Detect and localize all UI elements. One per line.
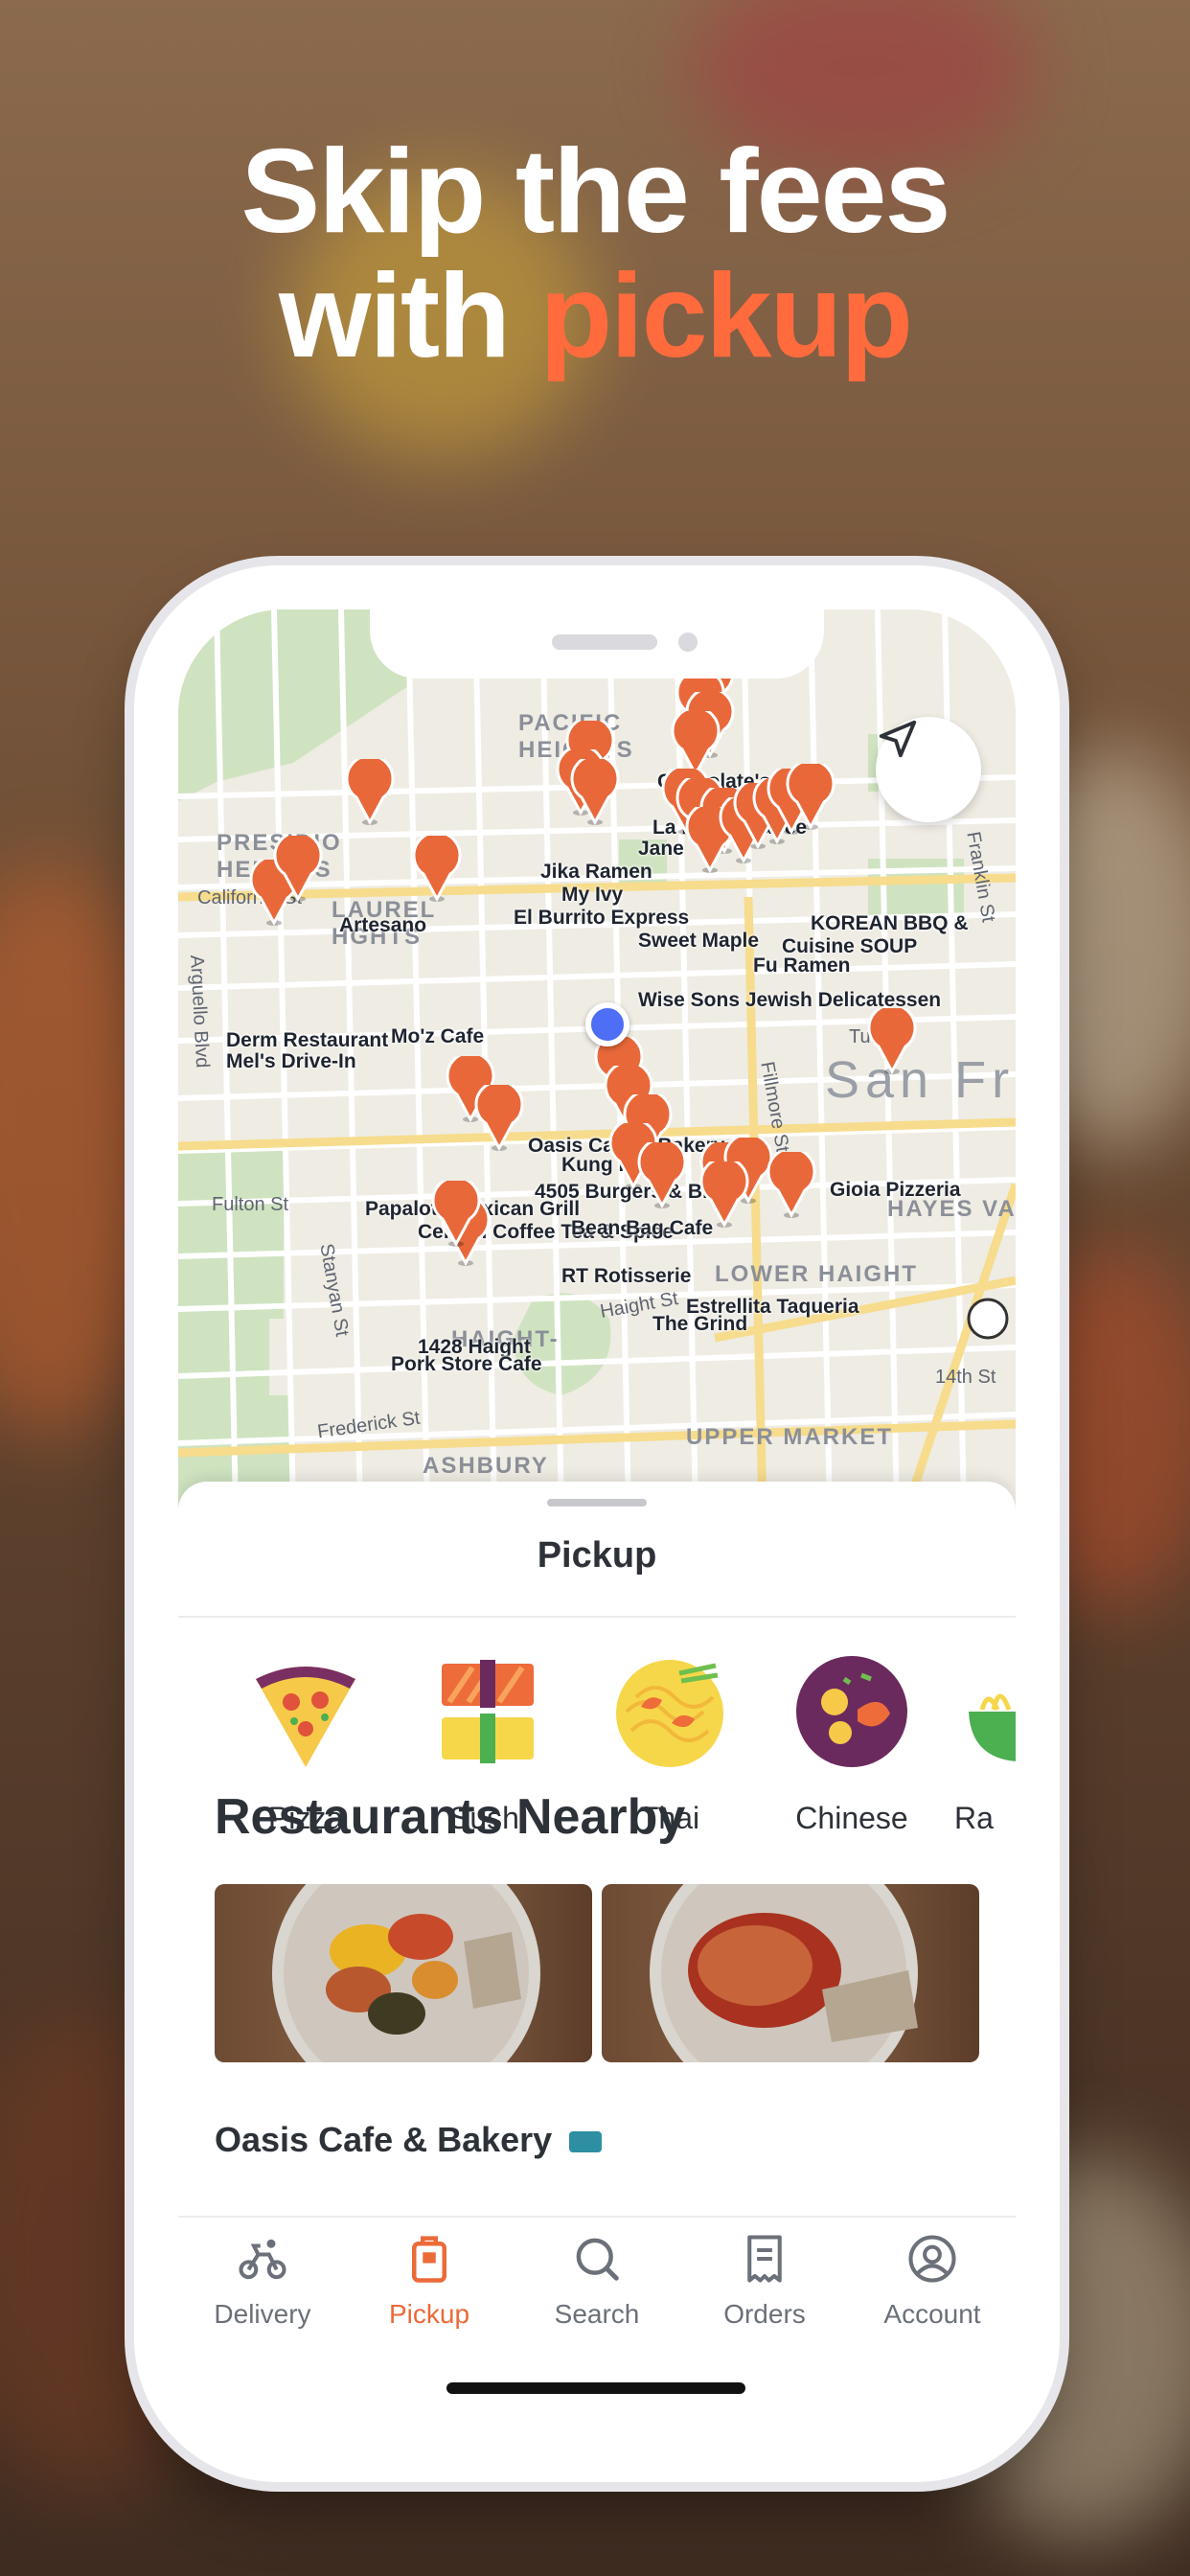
- stew-plate-image: [650, 1884, 918, 2062]
- district-upper-market: UPPER MARKET: [686, 1424, 894, 1450]
- map-label-mels: Mel's Drive-In: [226, 1050, 356, 1072]
- map-label-bean-bag: Bean Bag Cafe: [571, 1217, 714, 1239]
- district-ashbury: ASHBURY: [423, 1453, 549, 1479]
- thai-noodles-icon: [616, 1660, 723, 1767]
- category-label: Ra: [954, 1801, 994, 1835]
- phone-frame: PACIFICHEIGHTS PRESIDIOHEIGHTS LAURELHGH…: [134, 565, 1060, 2482]
- district-lower-haight: LOWER HAIGHT: [715, 1261, 918, 1287]
- map-label-gioia: Gioia Pizzeria: [830, 1179, 961, 1201]
- sheet-divider: [178, 1616, 1016, 1618]
- map-label-fu-ramen: Fu Ramen: [753, 954, 851, 977]
- tab-search[interactable]: Search: [515, 2233, 678, 2330]
- restaurant-photo[interactable]: [602, 1884, 979, 2062]
- headline-prefix: with: [279, 250, 540, 382]
- restaurant-pin-icon[interactable]: [474, 1085, 524, 1152]
- restaurant-pin-icon[interactable]: [570, 759, 620, 826]
- recenter-location-button[interactable]: [876, 717, 981, 822]
- tab-bar: Delivery Pickup Search Orders Account: [178, 2216, 1016, 2438]
- camera: [678, 632, 698, 652]
- headline: Skip the fees with pickup: [0, 129, 1190, 379]
- headline-accent: pickup: [539, 250, 913, 382]
- tab-orders[interactable]: Orders: [683, 2233, 846, 2330]
- street-fulton: Fulton St: [212, 1194, 289, 1215]
- restaurant-name[interactable]: Oasis Cafe & Bakery: [215, 2120, 603, 2160]
- map-label-el-burrito: El Burrito Express: [514, 907, 690, 929]
- map-label-rt-rotisserie: RT Rotisserie: [561, 1265, 692, 1287]
- map-label-korean-bbq: KOREAN BBQ &: [811, 912, 969, 934]
- restaurant-pin-icon[interactable]: [699, 1162, 749, 1229]
- home-indicator[interactable]: [446, 2382, 745, 2394]
- speaker: [552, 634, 657, 650]
- receipt-icon: [747, 2235, 782, 2283]
- category-label: Chinese: [795, 1801, 908, 1835]
- map-label-jika-ramen: Jika Ramen: [540, 861, 652, 883]
- restaurant-pin-icon[interactable]: [867, 1008, 917, 1075]
- tag-icon: [569, 2131, 603, 2153]
- section-title: Restaurants Nearby: [215, 1789, 686, 1845]
- tab-label: Orders: [723, 2299, 806, 2329]
- category-ramen[interactable]: Ra: [945, 1654, 1016, 1836]
- category-chinese[interactable]: Chinese: [785, 1654, 919, 1836]
- chinese-food-icon: [796, 1656, 907, 1767]
- sushi-icon: [442, 1660, 534, 1763]
- map-label-derm: Derm Restaurant: [226, 1029, 389, 1051]
- restaurant-pin-icon[interactable]: [345, 759, 395, 826]
- user-icon: [908, 2235, 956, 2283]
- pickup-map[interactable]: PACIFICHEIGHTS PRESIDIOHEIGHTS LAURELHGH…: [178, 610, 1016, 1510]
- map-label-pork-store: Pork Store Cafe: [391, 1353, 542, 1375]
- app-screen: PACIFICHEIGHTS PRESIDIOHEIGHTS LAURELHGH…: [178, 610, 1016, 2438]
- tab-account[interactable]: Account: [851, 2233, 1014, 2330]
- map-label-sweet-maple: Sweet Maple: [638, 930, 760, 952]
- headline-line2: with pickup: [0, 254, 1190, 379]
- restaurant-pin-icon[interactable]: [273, 836, 323, 903]
- map-label-moz: Mo'z Cafe: [391, 1025, 485, 1047]
- city-label: San Fr: [825, 1051, 1016, 1109]
- restaurant-pin-icon[interactable]: [637, 1142, 687, 1209]
- restaurant-pin-icon[interactable]: [786, 764, 835, 831]
- restaurant-photo[interactable]: [215, 1884, 592, 2062]
- tab-label: Delivery: [214, 2299, 311, 2329]
- restaurant-pin-icon[interactable]: [767, 1152, 816, 1219]
- restaurant-pin-icon[interactable]: [412, 836, 462, 903]
- tab-label: Pickup: [388, 2299, 470, 2329]
- ethiopian-platter-image: [272, 1884, 540, 2062]
- tab-delivery[interactable]: Delivery: [181, 2233, 344, 2330]
- search-icon: [576, 2238, 619, 2281]
- current-location-dot: [585, 1002, 629, 1046]
- map-label-the-grind: The Grind: [652, 1313, 748, 1335]
- bicycle-icon: [239, 2239, 286, 2280]
- navigation-arrow-icon: [879, 720, 917, 758]
- ramen-icon: [969, 1693, 1016, 1761]
- tab-label: Account: [883, 2299, 981, 2329]
- restaurant-pin-icon[interactable]: [431, 1181, 481, 1248]
- tab-pickup[interactable]: Pickup: [348, 2233, 511, 2330]
- map-label-my-ivy: My Ivy: [561, 884, 624, 906]
- pizza-icon: [256, 1667, 355, 1767]
- phone-power-button: [1060, 1054, 1069, 1275]
- phone-volume-up: [125, 1001, 134, 1140]
- sheet-grabber[interactable]: [547, 1499, 647, 1506]
- map-label-artesano: Artesano: [339, 914, 427, 936]
- street-14th: 14th St: [935, 1367, 996, 1388]
- phone-volume-down: [125, 1184, 134, 1322]
- phone-side-button: [125, 862, 134, 930]
- tab-label: Search: [554, 2299, 640, 2329]
- restaurant-name-text: Oasis Cafe & Bakery: [215, 2120, 553, 2159]
- phone-notch: [370, 610, 824, 678]
- bag-icon: [412, 2236, 446, 2283]
- headline-line1: Skip the fees: [240, 126, 951, 258]
- sheet-title: Pickup: [537, 1535, 657, 1576]
